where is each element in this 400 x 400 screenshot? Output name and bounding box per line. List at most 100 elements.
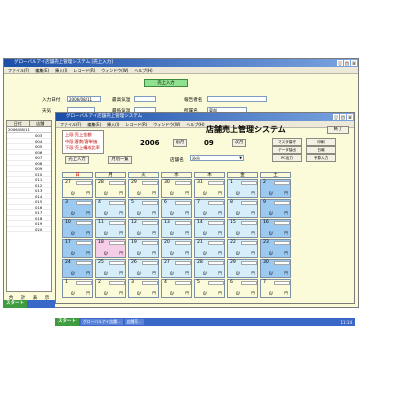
menu-insert[interactable]: 挿入(I) bbox=[55, 67, 67, 73]
menu-insert[interactable]: 挿入(I) bbox=[107, 121, 119, 127]
sales-input-header-button[interactable]: 売上入力 bbox=[144, 79, 188, 87]
calendar-day-cell[interactable]: 1 0/円 bbox=[62, 279, 93, 298]
calendar-day-cell[interactable]: 8 0/円 bbox=[227, 199, 258, 218]
menu-record[interactable]: レコード(R) bbox=[73, 67, 95, 73]
minimize-icon[interactable]: _ bbox=[337, 60, 343, 66]
menu-window[interactable]: ウィンドウ(W) bbox=[101, 67, 128, 73]
calendar-day-cell[interactable]: 30 0/円 bbox=[161, 179, 192, 198]
day-customers: 0/ bbox=[104, 251, 108, 256]
list-row[interactable]: 020 bbox=[7, 227, 51, 232]
day-number: 26 bbox=[131, 260, 137, 265]
calendar-day-cell[interactable]: 4 0/円 bbox=[95, 199, 126, 218]
store-select[interactable]: 渋谷 ▼ bbox=[190, 155, 244, 161]
calendar-day-cell[interactable]: 4 0/円 bbox=[161, 279, 192, 298]
day-number: 5 bbox=[197, 280, 200, 285]
day-amount-field bbox=[109, 261, 125, 265]
day-customers: 0/ bbox=[170, 271, 174, 276]
day-amount-field bbox=[142, 261, 158, 265]
calendar-day-cell[interactable]: 28 0/円 bbox=[95, 179, 126, 198]
day-yen-unit: 円 bbox=[86, 271, 90, 276]
calendar-day-cell[interactable]: 31 0/円 bbox=[194, 179, 225, 198]
calendar-day-cell[interactable]: 15 0/円 bbox=[227, 219, 258, 238]
exit-button[interactable]: 終了 bbox=[327, 126, 349, 134]
calendar-day-cell[interactable]: 16 0/円 bbox=[260, 219, 291, 238]
max-temp-field[interactable] bbox=[134, 96, 156, 102]
calendar-day-cell[interactable]: 13 0/円 bbox=[161, 219, 192, 238]
calendar-day-cell[interactable]: 28 0/円 bbox=[194, 259, 225, 278]
calendar-day-cell[interactable]: 11 0/円 bbox=[95, 219, 126, 238]
back-window-titlebar[interactable]: グローバルアイ店舗売上管理システム [売上入力] _ □ × bbox=[4, 59, 358, 67]
calendar-day-cell[interactable]: 6 0/円 bbox=[227, 279, 258, 298]
calendar-day-cell[interactable]: 2 0/円 bbox=[260, 179, 291, 198]
menu-help[interactable]: ヘルプ(H) bbox=[134, 67, 152, 73]
calendar-day-cell[interactable]: 26 0/円 bbox=[128, 259, 159, 278]
calendar-day-cell[interactable]: 27 0/円 bbox=[161, 259, 192, 278]
calendar-day-cell[interactable]: 25 0/円 bbox=[95, 259, 126, 278]
sales-input-button[interactable]: 売上入力 bbox=[65, 156, 89, 164]
reporter-field[interactable] bbox=[207, 96, 267, 102]
calendar-day-cell[interactable]: 1 0/円 bbox=[227, 179, 258, 198]
calendar-day-cell[interactable]: 23 0/円 bbox=[260, 239, 291, 258]
day-amount-field bbox=[241, 241, 257, 245]
taskbar-item[interactable]: 店舗売... bbox=[124, 319, 144, 325]
input-date-field[interactable]: 2006/08/11 bbox=[67, 96, 101, 102]
start-button[interactable]: スタート bbox=[55, 318, 79, 326]
start-button[interactable]: スタート bbox=[3, 300, 27, 308]
menu-record[interactable]: レコード(R) bbox=[125, 121, 147, 127]
minimize-icon[interactable]: _ bbox=[333, 114, 339, 120]
calendar-day-cell[interactable]: 30 0/円 bbox=[260, 259, 291, 278]
menu-file[interactable]: ファイル(F) bbox=[60, 121, 81, 127]
menu-help[interactable]: ヘルプ(H) bbox=[186, 121, 204, 127]
calendar-day-cell[interactable]: 7 0/円 bbox=[194, 199, 225, 218]
calendar-day-cell[interactable]: 21 0/円 bbox=[194, 239, 225, 258]
calendar-day-cell[interactable]: 5 0/円 bbox=[128, 199, 159, 218]
calendar-day-cell[interactable]: 19 0/円 bbox=[128, 239, 159, 258]
calendar-day-cell[interactable]: 5 0/円 bbox=[194, 279, 225, 298]
calendar-day-cell[interactable]: 6 0/円 bbox=[161, 199, 192, 218]
day-yen-unit: 円 bbox=[284, 191, 288, 196]
calendar-day-cell[interactable]: 22 0/円 bbox=[227, 239, 258, 258]
monthly-list-button[interactable]: 月別一覧 bbox=[108, 156, 132, 164]
budget-input-button[interactable]: 予算入力 bbox=[306, 154, 336, 162]
calendar-day-cell[interactable]: 7 0/円 bbox=[260, 279, 291, 298]
taskbar: スタート グローバルアイ店舗... 店舗売... 11:14 bbox=[55, 318, 355, 326]
menu-file[interactable]: ファイル(F) bbox=[8, 67, 29, 73]
close-icon[interactable]: × bbox=[347, 114, 353, 120]
close-icon[interactable]: × bbox=[351, 60, 357, 66]
calendar-day-cell[interactable]: 20 0/円 bbox=[161, 239, 192, 258]
calendar-day-cell[interactable]: 9 0/円 bbox=[260, 199, 291, 218]
calendar-day-cell[interactable]: 24 0/円 bbox=[62, 259, 93, 278]
chevron-down-icon[interactable]: ▼ bbox=[239, 156, 242, 160]
calendar-day-cell[interactable]: 3 0/円 bbox=[62, 199, 93, 218]
day-number: 6 bbox=[164, 200, 167, 205]
maximize-icon[interactable]: □ bbox=[340, 114, 346, 120]
calendar-day-cell[interactable]: 3 0/円 bbox=[128, 279, 159, 298]
front-window-titlebar[interactable]: グローバルアイ店舗売上管理システム _ □ × bbox=[56, 113, 354, 121]
menu-window[interactable]: ウィンドウ(W) bbox=[153, 121, 180, 127]
front-window-title: グローバルアイ店舗売上管理システム bbox=[66, 114, 143, 119]
day-number: 16 bbox=[263, 220, 269, 225]
day-number: 7 bbox=[263, 280, 266, 285]
menu-edit[interactable]: 編集(E) bbox=[35, 67, 49, 73]
calendar-day-cell[interactable]: 14 0/円 bbox=[194, 219, 225, 238]
pc-output-button[interactable]: PC出力 bbox=[272, 154, 302, 162]
calendar-day-cell[interactable]: 17 0/円 bbox=[62, 239, 93, 258]
calendar-day-cell[interactable]: 2 0/円 bbox=[95, 279, 126, 298]
calendar-day-cell[interactable]: 12 0/円 bbox=[128, 219, 159, 238]
calendar-day-cell[interactable]: 29 0/円 bbox=[227, 259, 258, 278]
next-month-button[interactable]: 次月 bbox=[232, 139, 246, 147]
print-button[interactable]: 印刷 bbox=[306, 138, 336, 146]
maximize-icon[interactable]: □ bbox=[344, 60, 350, 66]
calendar-day-cell[interactable]: 10 0/円 bbox=[62, 219, 93, 238]
prev-month-button[interactable]: 前月 bbox=[173, 139, 187, 147]
taskbar-item[interactable]: グローバルアイ店舗... bbox=[81, 319, 123, 325]
menu-edit[interactable]: 編集(E) bbox=[87, 121, 101, 127]
master-maintenance-button[interactable]: マスタ保守 bbox=[272, 138, 302, 146]
day-number: 11 bbox=[98, 220, 104, 225]
data-extract-button[interactable]: データ抽出 bbox=[272, 146, 302, 154]
day-customers: 0/ bbox=[269, 251, 273, 256]
calendar-day-cell[interactable]: 29 0/円 bbox=[128, 179, 159, 198]
calendar-day-cell[interactable]: 27 0/円 bbox=[62, 179, 93, 198]
daily-report-button[interactable]: 日報 bbox=[306, 146, 336, 154]
calendar-day-cell[interactable]: 18 0/円 bbox=[95, 239, 126, 258]
